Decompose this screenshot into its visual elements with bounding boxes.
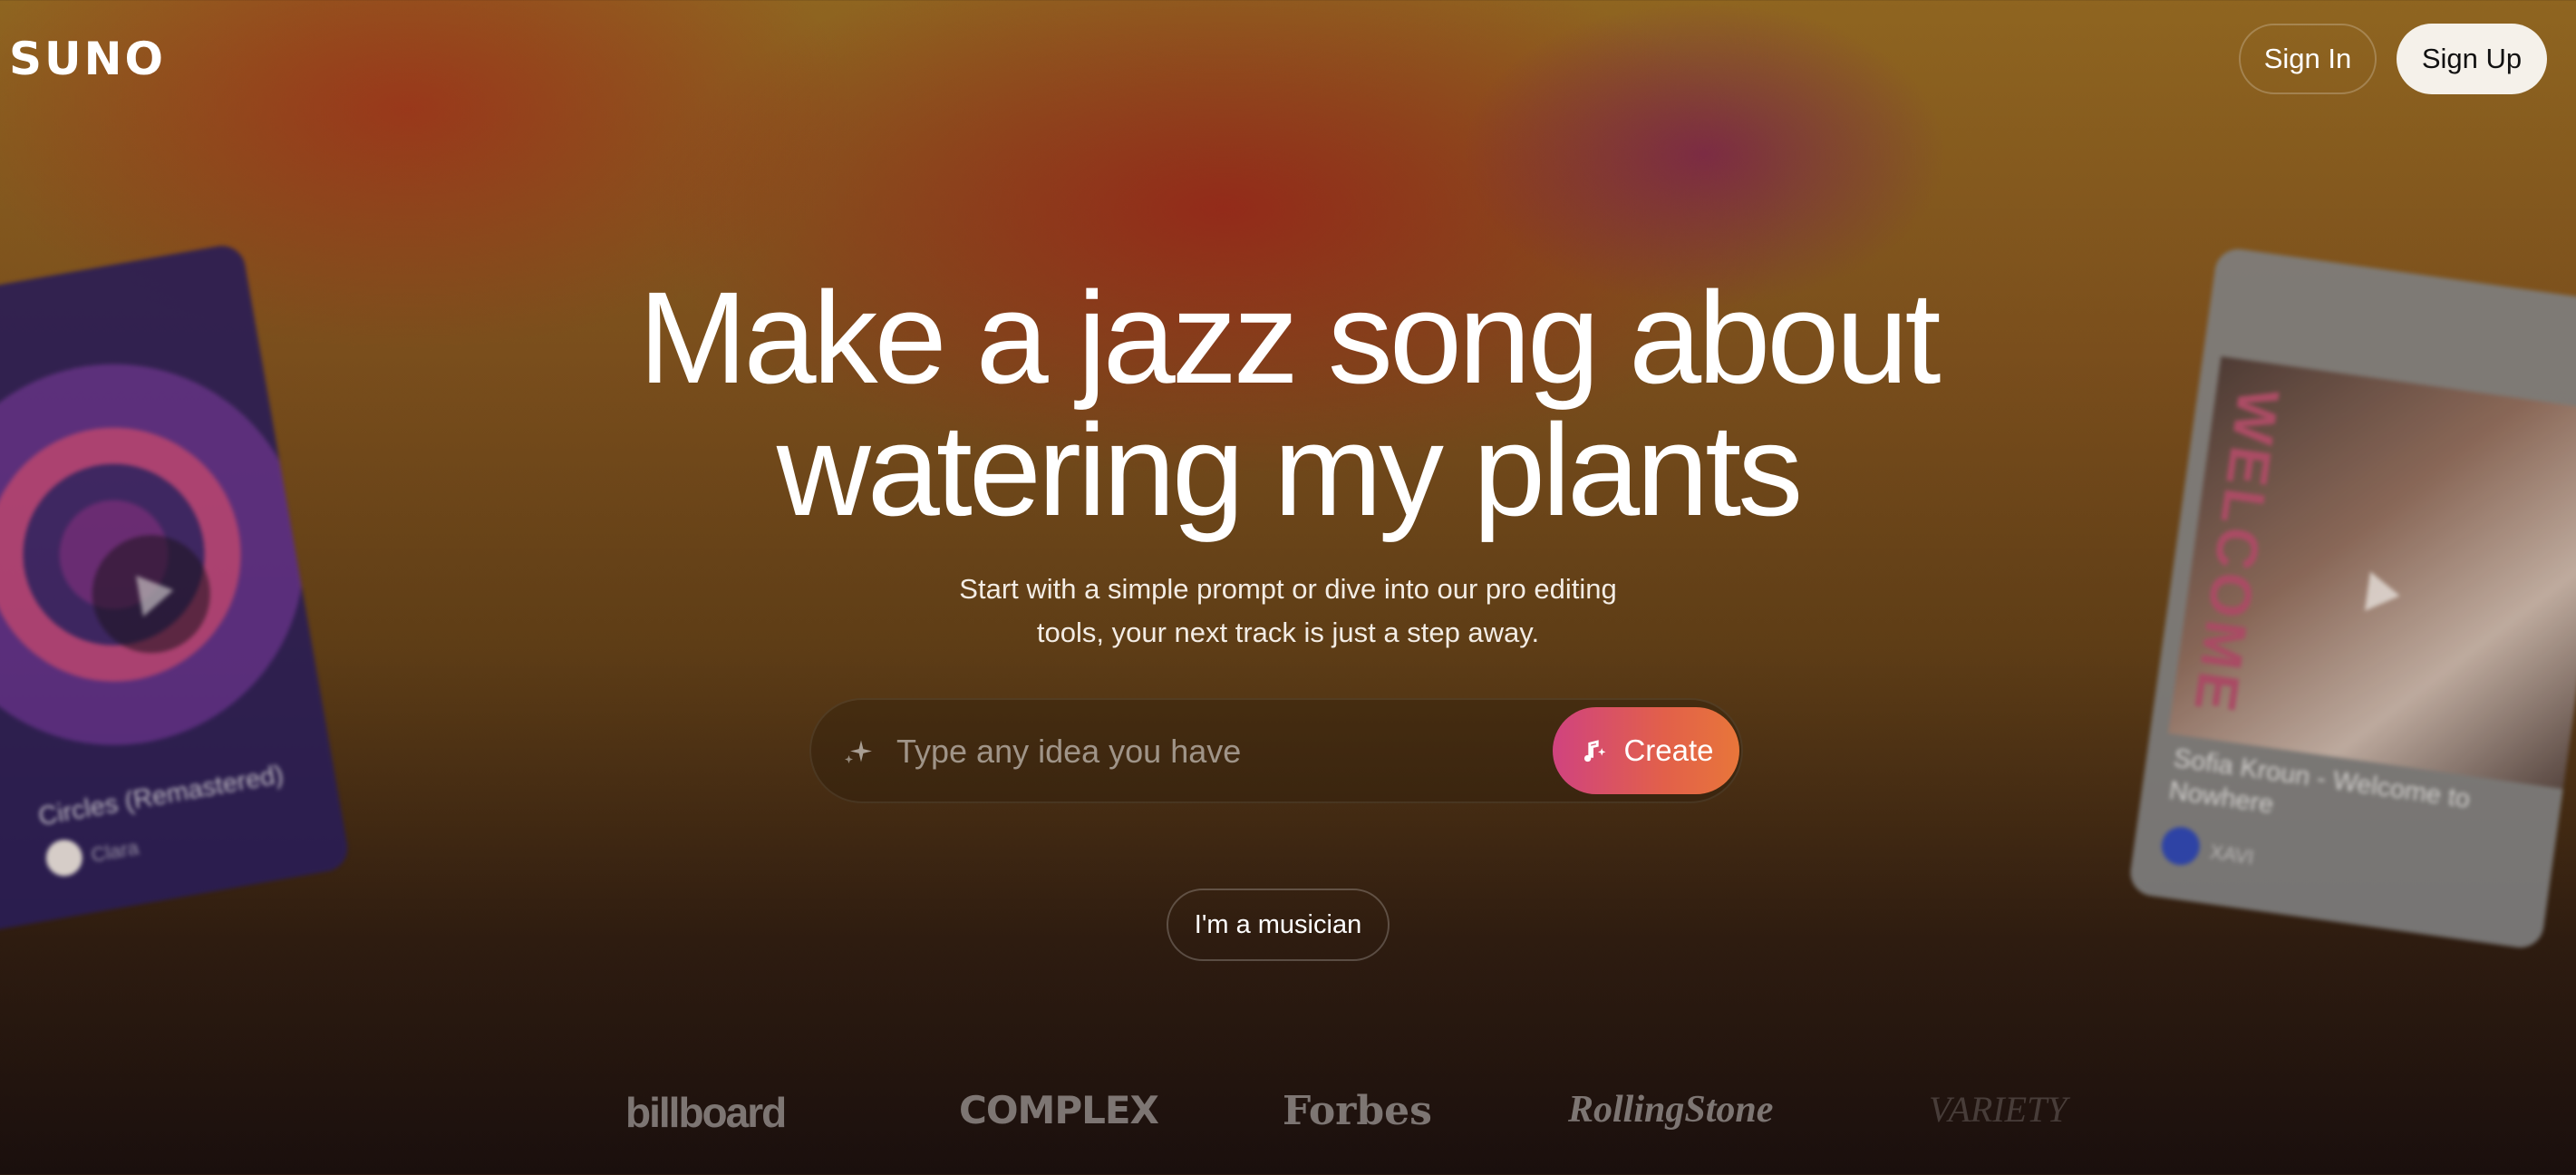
musician-button[interactable]: I'm a musician <box>1167 889 1390 961</box>
music-note-sparkle-icon <box>1584 740 1606 762</box>
hero-subtitle: Start with a simple prompt or dive into … <box>0 568 2576 655</box>
complex-logo: COMPLEX <box>959 1088 1159 1132</box>
song-card-artist: XAVI <box>2208 840 2256 869</box>
press-logos: billboard COMPLEX Forbes RollingStone VA… <box>589 1088 2068 1151</box>
artist-avatar <box>43 837 86 879</box>
prompt-bar: Create <box>809 698 1743 803</box>
song-card-title: Circles (Remastered) <box>35 760 286 832</box>
billboard-logo: billboard <box>625 1089 787 1136</box>
sign-up-button[interactable]: Sign Up <box>2397 24 2547 94</box>
hero-title-line-2: watering my plants <box>776 397 1804 543</box>
sign-in-button[interactable]: Sign In <box>2239 24 2377 94</box>
hero-subtitle-line-1: Start with a simple prompt or dive into … <box>959 573 1617 605</box>
rolling-stone-logo: RollingStone <box>1568 1089 1774 1131</box>
sparkle-icon <box>845 740 872 763</box>
variety-logo: VARIETY <box>1929 1089 2068 1130</box>
prompt-input[interactable] <box>895 725 1515 778</box>
song-card-artist: Clara <box>89 836 140 867</box>
suno-logo[interactable]: SUNO <box>9 33 166 85</box>
create-button[interactable]: Create <box>1553 707 1739 794</box>
hero-title-line-1: Make a jazz song about <box>638 265 1942 411</box>
hero-subtitle-line-2: tools, your next track is just a step aw… <box>1036 617 1540 648</box>
hero-title: Make a jazz song about watering my plant… <box>0 272 2576 537</box>
create-button-label: Create <box>1623 733 1714 767</box>
top-bar: SUNO Sign In Sign Up <box>0 0 2576 118</box>
forbes-logo: Forbes <box>1283 1088 1432 1134</box>
artist-avatar <box>2159 824 2203 868</box>
